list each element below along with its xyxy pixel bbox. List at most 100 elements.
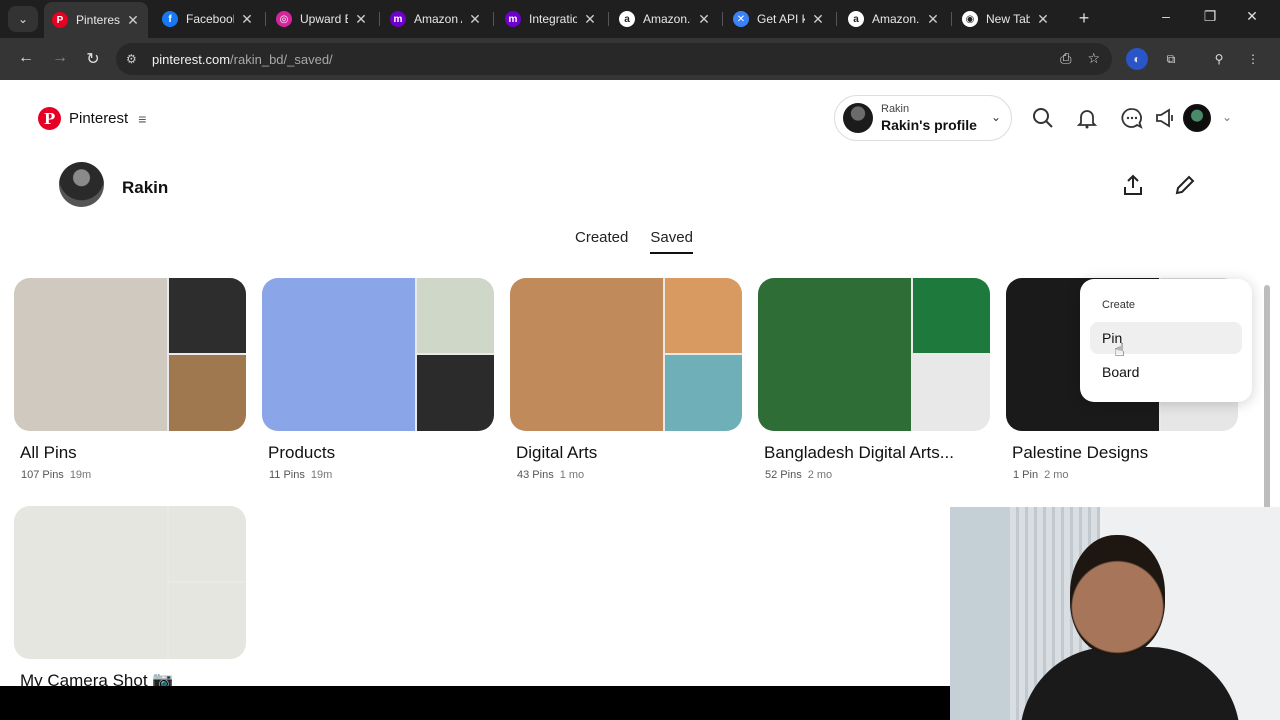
tab-label: Amazon.c [872, 12, 920, 26]
close-tab-icon[interactable]: ✕ [126, 12, 140, 29]
board-updated-time: 2 mo [807, 469, 833, 481]
new-tab-icon[interactable]: + [1074, 8, 1094, 29]
reload-icon[interactable]: ↻ [83, 49, 103, 69]
extension-icon[interactable]: ◐ [1126, 48, 1148, 70]
close-window-icon[interactable]: ✕ [1242, 8, 1262, 25]
browser-tab[interactable]: m Integratio ✕ [497, 4, 605, 34]
tab-label: Pinterest [76, 13, 120, 27]
tab-separator [493, 12, 494, 26]
board-cover[interactable] [14, 278, 246, 431]
board-cover[interactable] [758, 278, 990, 431]
close-tab-icon[interactable]: ✕ [240, 11, 254, 28]
tab-saved[interactable]: Saved [650, 229, 693, 254]
forward-icon[interactable]: → [50, 49, 70, 67]
tab-label: Amazon A [414, 12, 462, 26]
browser-tab[interactable]: a Amazon.c ✕ [611, 4, 719, 34]
edit-pencil-icon[interactable] [1172, 172, 1198, 198]
profile-switcher[interactable]: Rakin Rakin's profile ⌄ [834, 95, 1012, 141]
close-tab-icon[interactable]: ✕ [1036, 11, 1050, 28]
browser-toolbar: ← → ↻ ⚙ pinterest.com/rakin_bd/_saved/ ⎙… [0, 38, 1280, 80]
close-tab-icon[interactable]: ✕ [811, 11, 825, 28]
close-tab-icon[interactable]: ✕ [354, 11, 368, 28]
create-pin-option[interactable]: Pin [1090, 322, 1242, 354]
board-meta: 11 Pins 19m [269, 469, 494, 481]
browser-tab-strip: ⌄ P Pinterest ✕ f Facebook ✕ ◎ Upward E ✕ m Amazon… [0, 0, 1280, 38]
browser-tab[interactable]: ◉ New Tab ✕ [954, 4, 1058, 34]
board-title[interactable]: Palestine Designs [1012, 443, 1238, 463]
board-pin-count: 107 Pins [21, 469, 64, 481]
board-title[interactable]: Bangladesh Digital Arts... [764, 443, 990, 463]
pinterest-logo[interactable]: P Pinterest ≡ [38, 107, 146, 130]
browser-tab[interactable]: m Amazon A ✕ [382, 4, 490, 34]
address-bar[interactable]: ⚙ pinterest.com/rakin_bd/_saved/ ⎙ ☆ [116, 43, 1112, 75]
back-icon[interactable]: ← [16, 49, 36, 67]
board-card[interactable]: Products 11 Pins 19m [262, 278, 494, 481]
browser-tab[interactable]: P Pinterest ✕ [44, 2, 148, 38]
api-icon: ✕ [733, 11, 749, 27]
close-tab-icon[interactable]: ✕ [697, 11, 711, 28]
logo-text: Pinterest [69, 110, 129, 127]
board-cover-image [169, 506, 246, 581]
board-cover[interactable] [262, 278, 494, 431]
board-cover[interactable] [14, 506, 246, 659]
profile-account-name: Rakin [881, 103, 910, 115]
browser-menu-icon[interactable]: ⋮ [1242, 48, 1264, 70]
url-path: /rakin_bd/_saved/ [230, 51, 333, 67]
board-cover-image [665, 278, 742, 353]
pinterest-icon: P [52, 12, 68, 28]
browser-tab[interactable]: a Amazon.c ✕ [840, 4, 948, 34]
tab-search-icon[interactable]: ⌄ [8, 6, 38, 32]
account-chevron-icon[interactable]: ⌄ [1222, 110, 1232, 124]
board-card[interactable]: All Pins 107 Pins 19m [14, 278, 246, 481]
close-tab-icon[interactable]: ✕ [926, 11, 940, 28]
instagram-icon: ◎ [276, 11, 292, 27]
board-card[interactable]: My Camera Shot 📷 [14, 506, 246, 686]
restore-icon[interactable]: ❐ [1200, 8, 1220, 25]
browser-tab[interactable]: ◎ Upward E ✕ [268, 4, 376, 34]
chrome-icon: ◉ [962, 11, 978, 27]
close-tab-icon[interactable]: ✕ [468, 11, 482, 28]
minimize-icon[interactable]: – [1156, 8, 1176, 24]
bookmark-star-icon[interactable]: ☆ [1087, 50, 1100, 67]
board-title[interactable]: Products [268, 443, 494, 463]
browser-tab[interactable]: f Facebook ✕ [154, 4, 262, 34]
board-cover-image [14, 278, 167, 431]
tab-created[interactable]: Created [575, 229, 628, 254]
extensions-puzzle-icon[interactable]: ⧉ [1160, 48, 1182, 70]
board-pin-count: 1 Pin [1013, 469, 1039, 481]
board-cover-image [262, 278, 415, 431]
webcam-overlay [950, 507, 1280, 720]
screen: ⌄ P Pinterest ✕ f Facebook ✕ ◎ Upward E ✕ m Amazon… [0, 0, 1280, 720]
site-info-icon[interactable]: ⚙ [126, 52, 146, 66]
make-icon: m [390, 11, 406, 27]
close-tab-icon[interactable]: ✕ [583, 11, 597, 28]
amazon-icon: a [619, 11, 635, 27]
install-app-icon[interactable]: ⎙ [1060, 50, 1071, 67]
board-title[interactable]: Digital Arts [516, 443, 742, 463]
browser-tab[interactable]: ✕ Get API k ✕ [725, 4, 833, 34]
tab-separator [836, 12, 837, 26]
menu-icon[interactable]: ≡ [138, 111, 146, 127]
board-meta: 107 Pins 19m [21, 469, 246, 481]
notifications-bell-icon[interactable] [1075, 106, 1099, 130]
messages-icon[interactable] [1120, 106, 1144, 130]
announcements-megaphone-icon[interactable] [1153, 106, 1177, 130]
board-pin-count: 11 Pins [269, 469, 305, 481]
search-icon[interactable] [1031, 106, 1055, 130]
board-meta: 1 Pin 2 mo [1013, 469, 1238, 481]
profile-icon[interactable]: ⚲ [1208, 48, 1230, 70]
board-title[interactable]: All Pins [20, 443, 246, 463]
pinterest-logo-icon: P [38, 107, 61, 130]
tab-label: Integratio [529, 12, 577, 26]
board-title[interactable]: My Camera Shot 📷 [20, 671, 246, 686]
create-board-option[interactable]: Board [1090, 356, 1242, 388]
board-cover-image [510, 278, 663, 431]
board-card[interactable]: Digital Arts 43 Pins 1 mo [510, 278, 742, 481]
share-icon[interactable] [1120, 172, 1146, 198]
board-cover-image [913, 355, 990, 431]
board-card[interactable]: Bangladesh Digital Arts... 52 Pins 2 mo [758, 278, 990, 481]
profile-label: Rakin's profile [881, 117, 977, 133]
account-avatar[interactable] [1183, 104, 1211, 132]
board-cover[interactable] [510, 278, 742, 431]
user-avatar [59, 162, 104, 207]
